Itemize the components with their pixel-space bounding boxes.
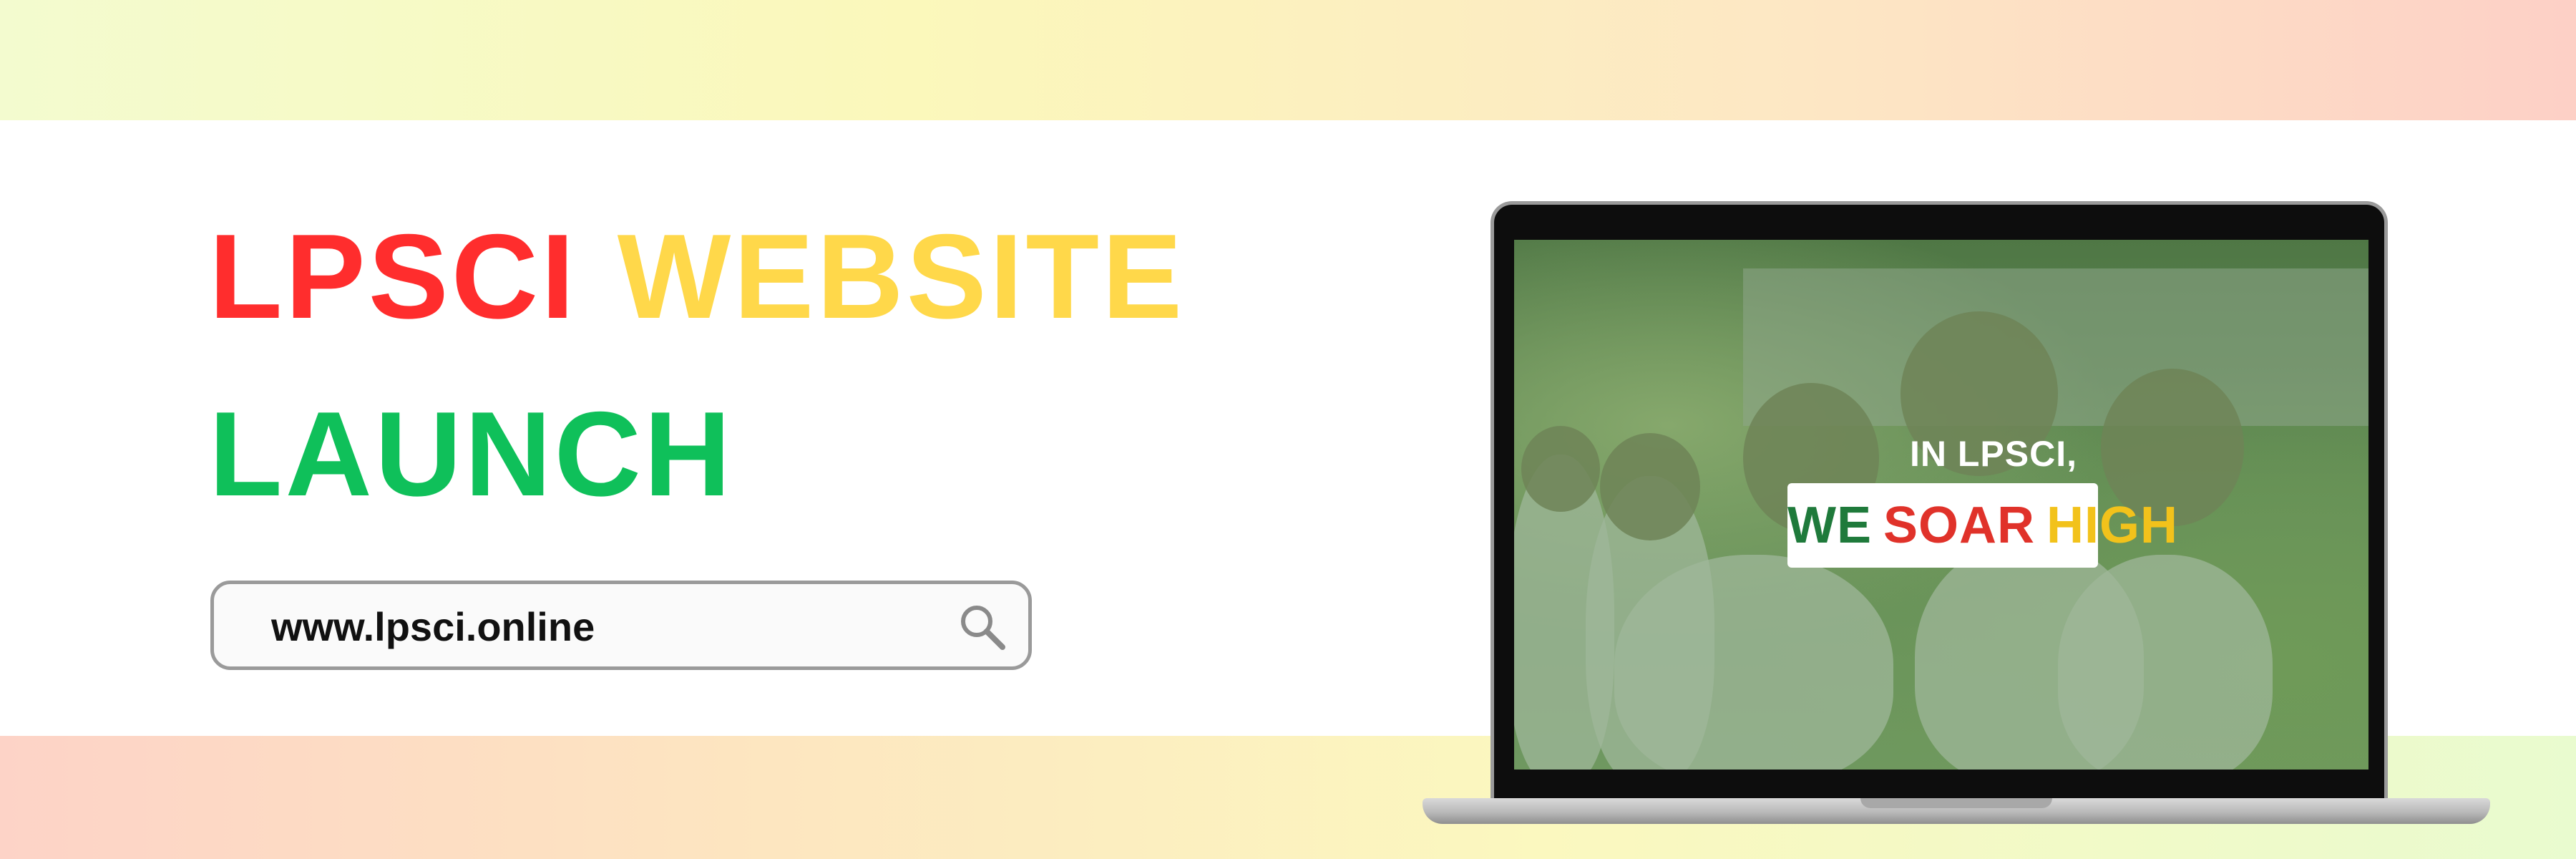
tagline-soar: SOAR bbox=[1883, 497, 2036, 554]
student-figure bbox=[2058, 555, 2273, 770]
search-icon[interactable] bbox=[955, 600, 1010, 654]
headline-word-website: WEBSITE bbox=[617, 209, 1186, 344]
headline-word-lpsci: LPSCI bbox=[209, 209, 577, 344]
search-url-text: www.lpsci.online bbox=[271, 604, 595, 649]
tagline-high: HIGH bbox=[2046, 497, 2179, 554]
laptop-base bbox=[1423, 798, 2490, 824]
student-head bbox=[1521, 426, 1600, 512]
top-gradient-band bbox=[0, 0, 2576, 120]
overlay-caption: IN LPSCI, bbox=[1909, 434, 2078, 474]
tagline-we: WE bbox=[1787, 497, 1872, 554]
student-figure bbox=[1614, 555, 1893, 770]
search-bar[interactable]: www.lpsci.online bbox=[210, 581, 1032, 670]
headline-word-launch: LAUNCH bbox=[209, 387, 734, 521]
overlay-tagline-box: WE SOAR HIGH bbox=[1787, 483, 2177, 568]
laptop-display-photo: IN LPSCI, WE SOAR HIGH bbox=[1514, 240, 2368, 770]
headline: LPSCI WEBSITE LAUNCH bbox=[209, 188, 1354, 543]
student-head bbox=[1600, 433, 1700, 540]
laptop-screen: IN LPSCI, WE SOAR HIGH bbox=[1491, 201, 2388, 802]
laptop-notch bbox=[1860, 798, 2052, 808]
